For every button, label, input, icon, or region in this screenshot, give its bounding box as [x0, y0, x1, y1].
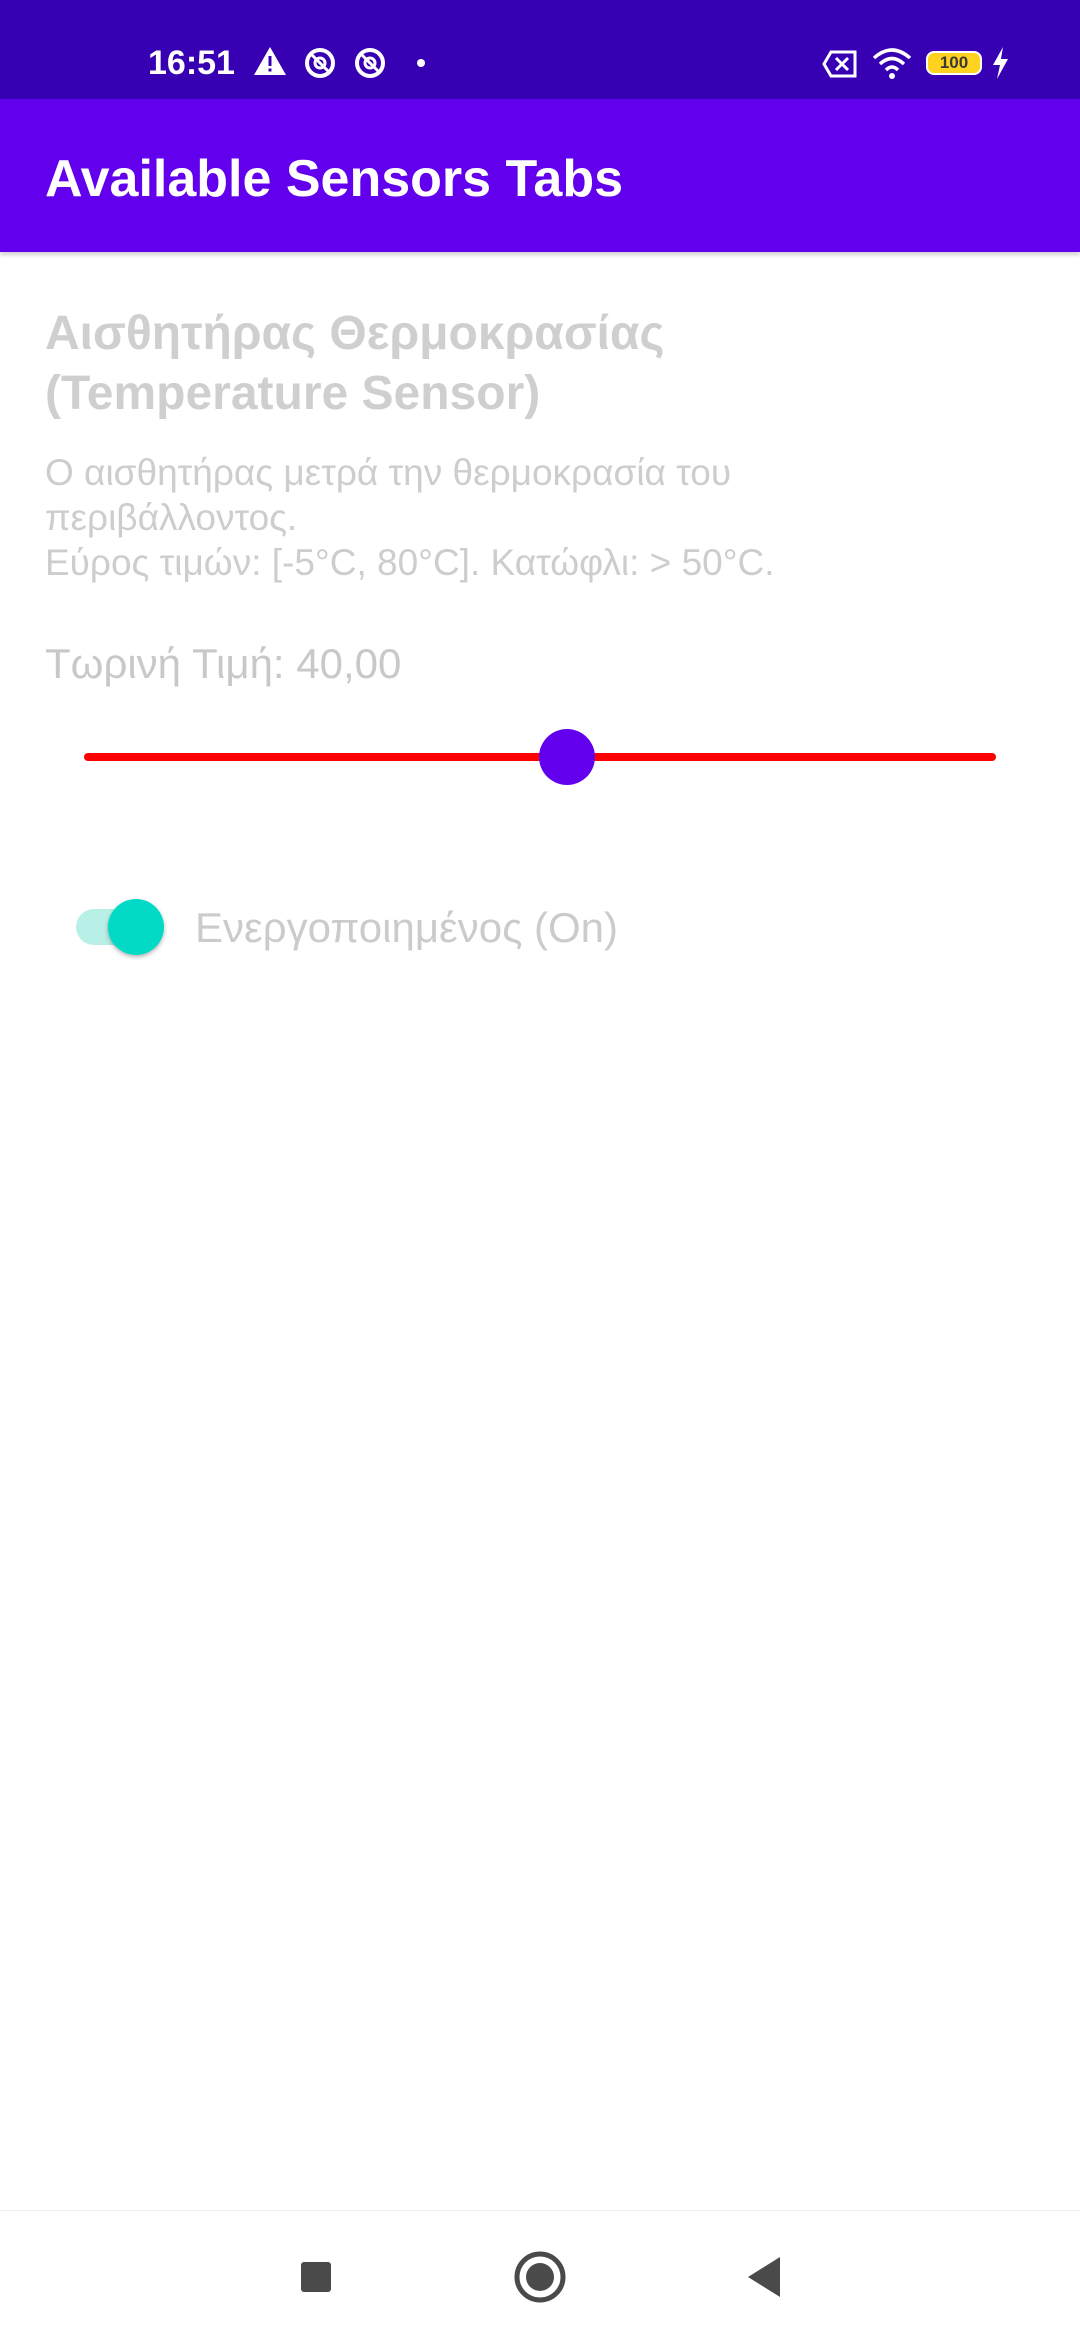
current-value-label: Τωρινή Τιμή: 40,00 [45, 640, 402, 687]
sensor-description: Ο αισθητήρας μετρά την θερμοκρασία του π… [45, 452, 775, 583]
status-time: 16:51 [148, 44, 235, 82]
recents-icon[interactable] [286, 2247, 346, 2307]
wifi-icon [872, 48, 912, 79]
sync-icon [305, 48, 335, 78]
switch-thumb[interactable] [108, 899, 164, 955]
battery-level: 100 [939, 53, 969, 72]
back-icon[interactable] [734, 2247, 794, 2307]
status-bar: 16:51 100 [0, 0, 1080, 99]
sensor-title: Αισθητήρας Θερμοκρασίας (Temperature Sen… [45, 307, 665, 420]
navigation-bar [0, 2210, 1080, 2341]
switch-label: Ενεργοποιημένος (On) [195, 904, 619, 951]
home-icon[interactable] [510, 2247, 570, 2307]
sim-x-icon [822, 50, 857, 78]
charging-icon [993, 47, 1008, 79]
sync-icon [355, 48, 385, 78]
app-bar: Available Sensors Tabs [0, 99, 1080, 252]
battery-icon: 100 [926, 51, 982, 75]
slider-thumb[interactable] [538, 729, 595, 785]
warning-icon [254, 47, 286, 75]
app-title: Available Sensors Tabs [45, 150, 624, 208]
dot-icon [417, 59, 425, 67]
